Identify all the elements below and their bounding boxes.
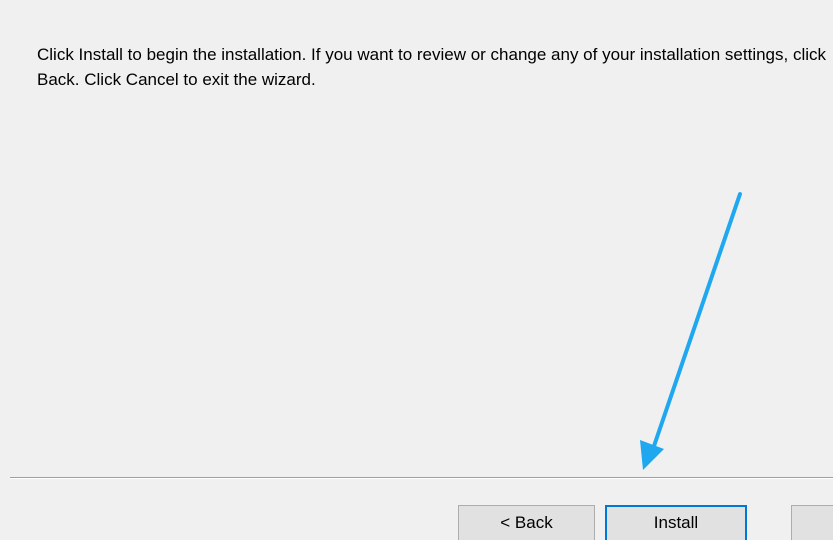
install-button-label: Install: [653, 513, 699, 532]
cancel-button[interactable]: C: [791, 505, 833, 540]
installer-wizard-window: Click Install to begin the installation.…: [0, 0, 833, 540]
back-button[interactable]: < Back: [458, 505, 595, 540]
install-instructions-text: Click Install to begin the installation.…: [37, 45, 827, 89]
arrow-head: [640, 440, 664, 470]
button-area-divider-highlight: [10, 478, 833, 479]
install-button[interactable]: Install: [605, 505, 747, 540]
arrow-shaft: [652, 192, 742, 448]
